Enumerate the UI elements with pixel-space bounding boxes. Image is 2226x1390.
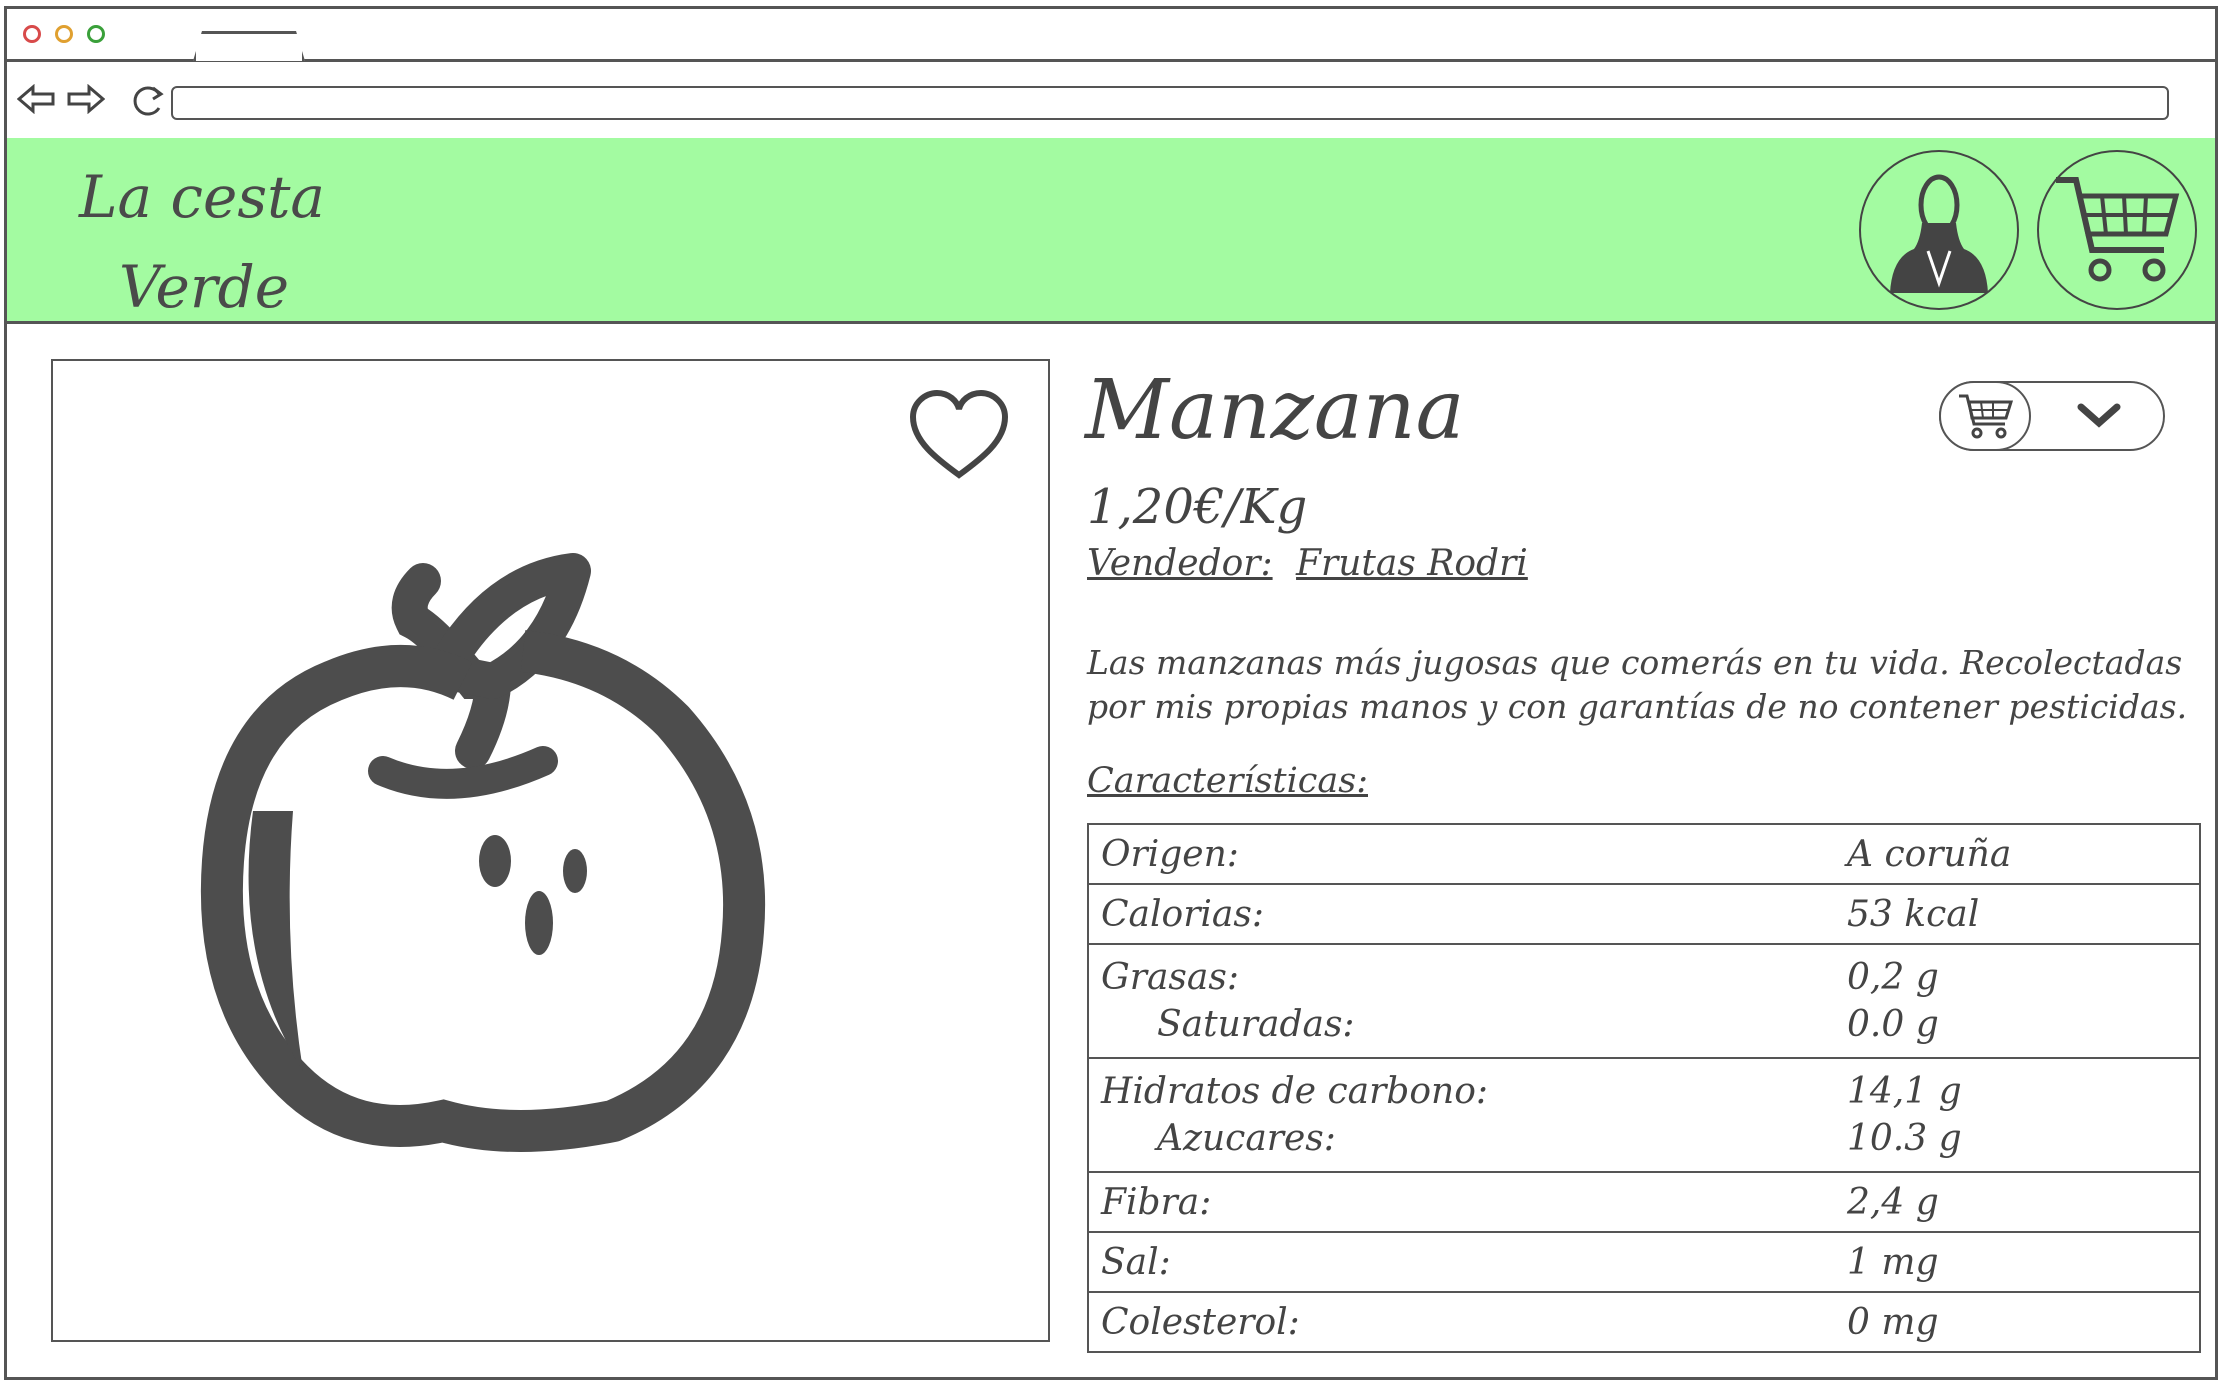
spec-sub-value: 0.0 g [1847, 1004, 1939, 1045]
product-price: 1,20€/Kg [1087, 479, 1308, 535]
logo-line-2: Verde [119, 253, 290, 321]
title-bar [7, 9, 2215, 62]
table-row: Colesterol: 0 mg [1088, 1291, 2200, 1353]
spec-value: 0 mg [1835, 1291, 2200, 1353]
spec-value-cell: 0,2 g 0.0 g [1835, 943, 2200, 1059]
spec-cell: Grasas: Saturadas: [1088, 943, 1835, 1059]
seller-label: Vendedor: [1087, 543, 1273, 584]
minimize-window-button[interactable] [55, 25, 73, 43]
spec-label: Sal: [1088, 1231, 1835, 1293]
spec-sub-label: Saturadas: [1157, 1004, 1355, 1045]
spec-sub-value: 10.3 g [1847, 1118, 1962, 1159]
maximize-window-button[interactable] [87, 25, 105, 43]
nutrition-table: Origen: A coruña Calorias: 53 kcal Grasa… [1087, 823, 2201, 1353]
forward-arrow-icon[interactable] [65, 83, 106, 120]
address-bar[interactable] [171, 86, 2169, 120]
browser-toolbar [7, 62, 2215, 141]
product-title: Manzana [1085, 363, 1465, 458]
table-row: Origen: A coruña [1088, 823, 2200, 885]
table-row: Fibra: 2,4 g [1088, 1171, 2200, 1233]
spec-label: Hidratos de carbono: [1101, 1071, 1489, 1112]
table-row: Grasas: Saturadas: 0,2 g 0.0 g [1088, 943, 2200, 1059]
add-to-cart-toggle[interactable] [1939, 381, 2165, 451]
spec-value: 1 mg [1835, 1231, 2200, 1293]
apple-illustration [200, 553, 766, 1152]
shopping-cart-icon [1959, 394, 2013, 439]
site-header: La cesta Verde [7, 138, 2215, 324]
seller-link[interactable]: Frutas Rodri [1296, 543, 1528, 584]
cart-toggle-knob[interactable] [1939, 381, 2031, 451]
spec-value: 0,2 g [1847, 957, 1939, 998]
spec-value: 14,1 g [1847, 1071, 1962, 1112]
spec-label: Grasas: [1101, 957, 1239, 998]
spec-label: Colesterol: [1088, 1291, 1835, 1353]
logo-line-1: La cesta [79, 163, 325, 231]
back-arrow-icon[interactable] [16, 83, 57, 120]
table-row: Sal: 1 mg [1088, 1231, 2200, 1293]
product-image-frame [51, 359, 1050, 1342]
browser-tab[interactable] [193, 31, 305, 61]
shopping-cart-icon [2056, 177, 2180, 282]
spec-label: Fibra: [1088, 1171, 1835, 1233]
cart-button[interactable] [2037, 150, 2197, 310]
chevron-down-icon[interactable] [2075, 397, 2123, 433]
spec-sub-label: Azucares: [1157, 1118, 1336, 1159]
spec-label: Calorias: [1088, 883, 1835, 945]
spec-label: Origen: [1088, 823, 1835, 885]
browser-window: La cesta Verde Manzana 1,20€/Kg Vendedor… [4, 6, 2218, 1380]
reload-icon[interactable] [129, 84, 165, 124]
user-icon [1890, 174, 1988, 293]
spec-cell: Hidratos de carbono: Azucares: [1088, 1057, 1835, 1173]
product-description: Las manzanas más jugosas que comerás en … [1087, 643, 2188, 726]
close-window-button[interactable] [23, 25, 41, 43]
heart-icon[interactable] [907, 389, 1011, 481]
characteristics-heading: Características: [1087, 761, 1368, 801]
table-row: Calorias: 53 kcal [1088, 883, 2200, 945]
table-row: Hidratos de carbono: Azucares: 14,1 g 10… [1088, 1057, 2200, 1173]
user-account-button[interactable] [1859, 150, 2019, 310]
spec-value: 53 kcal [1835, 883, 2200, 945]
spec-value-cell: 14,1 g 10.3 g [1835, 1057, 2200, 1173]
site-logo[interactable]: La cesta Verde [79, 152, 325, 332]
spec-value: 2,4 g [1835, 1171, 2200, 1233]
seller-line: Vendedor: Frutas Rodri [1087, 543, 1528, 584]
spec-value: A coruña [1835, 823, 2200, 885]
